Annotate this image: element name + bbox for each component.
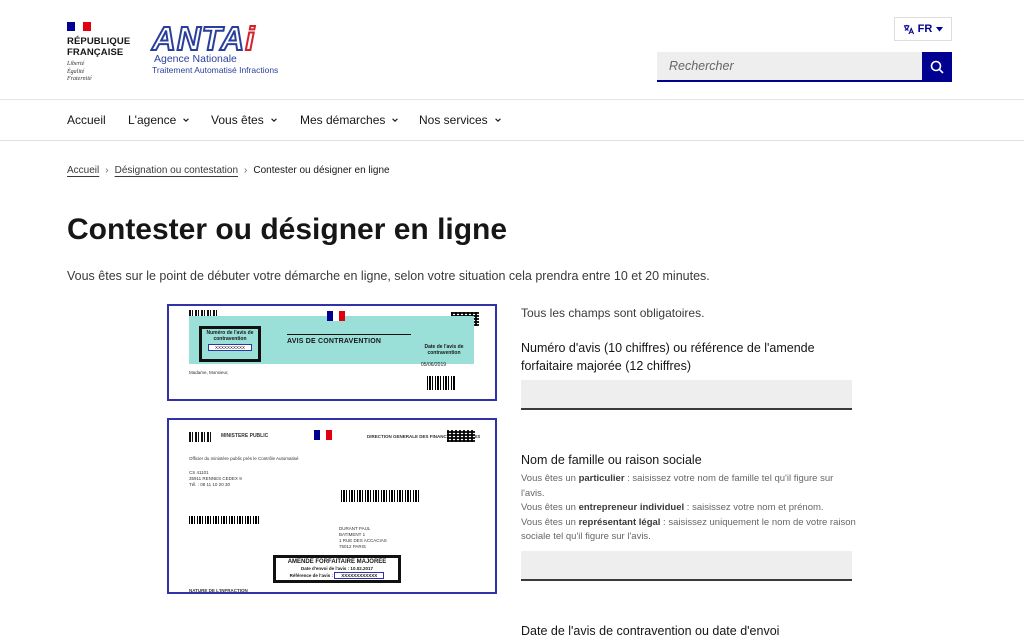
- search-icon: [930, 60, 944, 74]
- doc-avis-title: AVIS DE CONTRAVENTION: [287, 338, 382, 345]
- site-header: RÉPUBLIQUE FRANÇAISE Liberté Égalité Fra…: [0, 0, 1024, 100]
- antai-logo-i: i: [244, 20, 256, 57]
- antai-logo[interactable]: ANTAi Agence Nationale Traitement Automa…: [151, 21, 279, 84]
- doc-city: 35911 RENNES CEDEX 9: [189, 476, 242, 481]
- search-bar: [657, 52, 952, 82]
- chevron-down-icon: [494, 118, 501, 122]
- chevron-down-icon: [270, 118, 277, 122]
- doc-officer: Officier du ministère public près le Con…: [189, 456, 299, 461]
- translate-icon: [903, 24, 914, 34]
- search-input[interactable]: [657, 52, 922, 82]
- mini-flag-icon: [314, 430, 332, 440]
- rf-title-line2: FRANÇAISE: [67, 47, 124, 58]
- doc-amende-ref-label: Référence de l'avis :: [289, 572, 334, 578]
- avis-number-input[interactable]: [521, 380, 852, 410]
- doc-addressee-2: BATIMENT 1: [339, 532, 366, 537]
- doc-nature: NATURE DE L'INFRACTION: [189, 588, 248, 593]
- main-content: Accueil › Désignation ou contestation › …: [0, 141, 1024, 644]
- hint-representant: Vous êtes un représentant légal : saisis…: [521, 516, 856, 543]
- doc-amende-ref-value: XXXXXXXXXXXX: [334, 571, 385, 579]
- doc-barcode: [189, 432, 213, 442]
- doc-divider: [287, 334, 411, 335]
- hint-entrepreneur: Vous êtes un entrepreneur individuel : s…: [521, 502, 824, 513]
- doc-barcode-left: [189, 516, 259, 524]
- nav-item-mes-demarches[interactable]: Mes démarches: [300, 100, 399, 140]
- language-selector[interactable]: FR: [894, 17, 952, 41]
- doc-tel: Tél. : 08 11 10 20 30: [189, 482, 230, 487]
- search-button[interactable]: [922, 52, 952, 82]
- avis-date-label: Date de l'avis de contravention ou date …: [521, 624, 780, 638]
- antai-logo-word: ANTA: [151, 20, 246, 57]
- chevron-right-icon: ›: [244, 165, 248, 176]
- doc-cs: CS 41101: [189, 470, 209, 475]
- chevron-down-icon: [392, 118, 399, 122]
- nav-item-label: Vous êtes: [211, 113, 264, 127]
- doc-barcode-bottom: [427, 376, 455, 390]
- amende-majoree-sample-image: MINISTERE PUBLIC DIRECTION GENERALE DES …: [167, 418, 497, 594]
- nav-item-vous-etes[interactable]: Vous êtes: [211, 100, 278, 140]
- rf-motto-liberte: Liberté: [67, 61, 85, 67]
- antai-logo-tagline: Traitement Automatisé Infractions: [152, 65, 279, 75]
- nav-item-label: Accueil: [67, 113, 106, 127]
- nav-item-nos-services[interactable]: Nos services: [419, 100, 502, 140]
- doc-date-value: 05/06/2019: [421, 362, 447, 368]
- nav-item-label: Mes démarches: [300, 113, 386, 127]
- doc-addressee-1: DURANT PAUL: [339, 526, 371, 531]
- hint-particulier: Vous êtes un particulier : saisissez vot…: [521, 473, 834, 499]
- rf-motto-fraternite: Fraternité: [67, 76, 92, 82]
- doc-avis-number-box: Numéro de l'avis de contravention XXXXXX…: [199, 326, 261, 362]
- mini-flag-icon: [327, 311, 345, 321]
- last-name-label: Nom de famille ou raison sociale: [521, 453, 702, 467]
- last-name-input[interactable]: [521, 551, 852, 581]
- language-label: FR: [917, 23, 933, 35]
- chevron-down-icon: [183, 118, 190, 122]
- republique-francaise-logo[interactable]: RÉPUBLIQUE FRANÇAISE Liberté Égalité Fra…: [67, 22, 137, 84]
- rf-title-line1: RÉPUBLIQUE: [67, 36, 131, 47]
- doc-avis-number-title: Numéro de l'avis de contravention: [206, 330, 254, 342]
- breadcrumb: Accueil › Désignation ou contestation › …: [67, 165, 390, 176]
- doc-datamatrix: [447, 430, 475, 442]
- intro-text: Vous êtes sur le point de débuter votre …: [67, 269, 710, 283]
- doc-salutation: Madame, Monsieur,: [189, 370, 229, 375]
- doc-avis-number-value: XXXXXXXXXX: [208, 344, 252, 351]
- required-fields-note: Tous les champs sont obligatoires.: [521, 306, 705, 320]
- french-flag-icon: [67, 22, 91, 31]
- main-navigation: Accueil L'agence Vous êtes Mes démarches…: [0, 100, 1024, 141]
- nav-item-label: Nos services: [419, 113, 488, 127]
- chevron-right-icon: ›: [105, 165, 109, 176]
- page-title: Contester ou désigner en ligne: [67, 213, 508, 246]
- caret-down-icon: [936, 26, 944, 31]
- doc-barcode-mid: [341, 490, 421, 502]
- nav-item-agence[interactable]: L'agence: [128, 100, 190, 140]
- avis-contravention-sample-image: Numéro de l'avis de contravention XXXXXX…: [167, 304, 497, 401]
- breadcrumb-current: Contester ou désigner en ligne: [253, 165, 390, 176]
- rf-motto-egalite: Égalité: [67, 68, 85, 75]
- doc-amende-box: AMENDE FORFAITAIRE MAJORÉE Date d'envoi …: [273, 555, 401, 583]
- nav-item-label: L'agence: [128, 113, 177, 127]
- breadcrumb-link-accueil[interactable]: Accueil: [67, 165, 99, 176]
- doc-header-ministere: MINISTERE PUBLIC: [221, 433, 269, 439]
- avis-number-label: Numéro d'avis (10 chiffres) ou référence…: [521, 341, 815, 373]
- doc-date-title: Date de l'avis de contravention: [424, 344, 464, 356]
- doc-amende-title: AMENDE FORFAITAIRE MAJORÉE: [287, 559, 387, 565]
- breadcrumb-link-designation[interactable]: Désignation ou contestation: [115, 165, 238, 176]
- doc-addressee-3: 1 RUE DES ACCACIAS: [339, 538, 387, 543]
- nav-item-accueil[interactable]: Accueil: [67, 100, 106, 140]
- last-name-hints: Vous êtes un particulier : saisissez vot…: [521, 472, 856, 545]
- doc-addressee-4: 75012 PARIS: [339, 544, 366, 549]
